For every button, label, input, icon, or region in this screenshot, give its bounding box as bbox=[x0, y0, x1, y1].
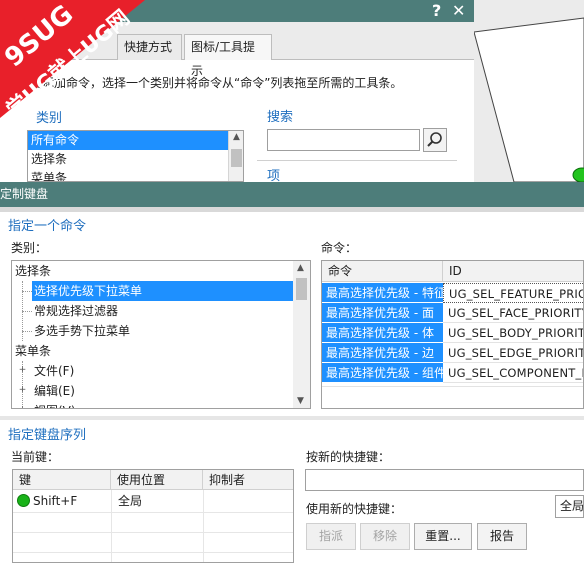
table-cell-id[interactable]: UG_SEL_COMPONENT_PRIORITY bbox=[443, 363, 583, 383]
new-shortcut-input[interactable] bbox=[305, 469, 584, 491]
scrollbar-thumb[interactable] bbox=[296, 278, 307, 300]
table-cell-id[interactable]: UG_SEL_FEATURE_PRIORITY bbox=[443, 283, 583, 303]
customize-keyboard-dialog: 定制键盘 指定一个命令 类别： 命令： 选择条 选择优先级下拉菜单 常规选择过滤… bbox=[0, 182, 584, 563]
use-new-shortcut-label: 使用新的快捷键： bbox=[306, 502, 403, 516]
scroll-up-icon[interactable]: ▲ bbox=[233, 132, 240, 142]
watermark-logo: 9SUG 学UG就上UG网 bbox=[0, 0, 160, 130]
dialog-title: 定制键盘 bbox=[0, 182, 584, 207]
list-item[interactable]: 选择条 bbox=[28, 150, 228, 169]
command-label: 命令： bbox=[321, 241, 358, 255]
category-tree-scrollbar[interactable]: ▲ ▼ bbox=[293, 261, 310, 408]
current-keys-table[interactable]: 键 使用位置 抑制者 Shift+F 全局 bbox=[12, 469, 294, 563]
table-row[interactable]: 最高选择优先级 - 组件 bbox=[322, 363, 443, 383]
search-button[interactable] bbox=[423, 128, 447, 152]
tree-item-selection-filter[interactable]: 常规选择过滤器 bbox=[34, 301, 118, 321]
column-header-command[interactable]: 命令 bbox=[322, 261, 443, 282]
table-row[interactable]: 最高选择优先级 - 体 bbox=[322, 323, 443, 343]
use-location-select[interactable]: 全局 bbox=[555, 495, 584, 518]
tree-item-menu-bar[interactable]: 菜单条 bbox=[15, 341, 51, 361]
scroll-up-icon[interactable]: ▲ bbox=[297, 263, 304, 273]
scroll-down-icon[interactable]: ▼ bbox=[297, 396, 304, 406]
key-cell[interactable]: Shift+F bbox=[33, 491, 77, 511]
status-ok-icon bbox=[17, 494, 30, 507]
tab-icons-tooltips[interactable]: 图标/工具提示 bbox=[184, 34, 272, 78]
graphics-viewport[interactable] bbox=[474, 0, 584, 182]
help-icon[interactable]: ? bbox=[432, 1, 441, 21]
table-row[interactable]: 最高选择优先级 - 特征 bbox=[322, 283, 443, 303]
search-heading: 搜索 bbox=[267, 110, 294, 125]
category-label: 类别： bbox=[11, 241, 48, 255]
command-table[interactable]: 命令 ID 最高选择优先级 - 特征 UG_SEL_FEATURE_PRIORI… bbox=[321, 260, 584, 409]
table-row[interactable]: 最高选择优先级 - 边 bbox=[322, 343, 443, 363]
tree-item-selection-priority[interactable]: 选择优先级下拉菜单 bbox=[32, 281, 294, 301]
titlebar-band bbox=[0, 207, 584, 212]
section-key-sequence: 指定键盘序列 bbox=[8, 428, 87, 443]
section-divider bbox=[0, 416, 584, 420]
expand-icon[interactable]: + bbox=[18, 366, 27, 375]
tree-item-edit[interactable]: 编辑(E) bbox=[34, 381, 75, 401]
report-button[interactable]: 报告 bbox=[477, 523, 527, 550]
divider bbox=[257, 160, 457, 161]
new-shortcut-label: 按新的快捷键： bbox=[306, 450, 391, 464]
search-input[interactable] bbox=[267, 129, 420, 151]
table-cell-id[interactable]: UG_SEL_EDGE_PRIORITY bbox=[443, 343, 583, 363]
tree-item-file[interactable]: 文件(F) bbox=[34, 361, 74, 381]
expand-icon[interactable]: + bbox=[18, 406, 27, 409]
section-specify-command: 指定一个命令 bbox=[8, 219, 87, 234]
scrollbar-thumb[interactable] bbox=[231, 149, 242, 167]
close-icon[interactable]: ✕ bbox=[452, 1, 465, 21]
current-keys-label: 当前键： bbox=[11, 450, 60, 464]
column-header-id[interactable]: ID bbox=[443, 261, 583, 282]
list-item[interactable]: 所有命令 bbox=[28, 131, 228, 150]
table-row[interactable]: 最高选择优先级 - 面 bbox=[322, 303, 443, 323]
table-cell-id[interactable]: UG_SEL_BODY_PRIORITY bbox=[443, 323, 583, 343]
divider bbox=[322, 386, 583, 387]
location-cell[interactable]: 全局 bbox=[118, 491, 142, 511]
assign-button[interactable]: 指派 bbox=[306, 523, 356, 550]
column-header-suppressed-by[interactable]: 抑制者 bbox=[203, 470, 293, 490]
tree-item-selection-bar[interactable]: 选择条 bbox=[15, 261, 51, 281]
table-cell-id[interactable]: UG_SEL_FACE_PRIORITY bbox=[443, 303, 583, 323]
reset-button[interactable]: 重置... bbox=[414, 523, 472, 550]
customize-category-list[interactable]: 所有命令 选择条 菜单条 ▲ bbox=[27, 130, 244, 182]
expand-icon[interactable]: + bbox=[18, 386, 27, 395]
remove-button[interactable]: 移除 bbox=[360, 523, 410, 550]
column-header-key[interactable]: 键 bbox=[13, 470, 111, 490]
list-item[interactable]: 菜单条 bbox=[28, 169, 228, 181]
tree-item-gesture-menu[interactable]: 多选手势下拉菜单 bbox=[34, 321, 130, 341]
model-view bbox=[474, 17, 584, 182]
category-tree[interactable]: 选择条 选择优先级下拉菜单 常规选择过滤器 多选手势下拉菜单 菜单条 + 文件(… bbox=[11, 260, 311, 409]
search-icon bbox=[427, 132, 442, 147]
category-list-scrollbar[interactable]: ▲ bbox=[228, 131, 243, 181]
column-header-location[interactable]: 使用位置 bbox=[111, 470, 203, 490]
tree-item-view[interactable]: 视图(V) bbox=[34, 401, 76, 408]
